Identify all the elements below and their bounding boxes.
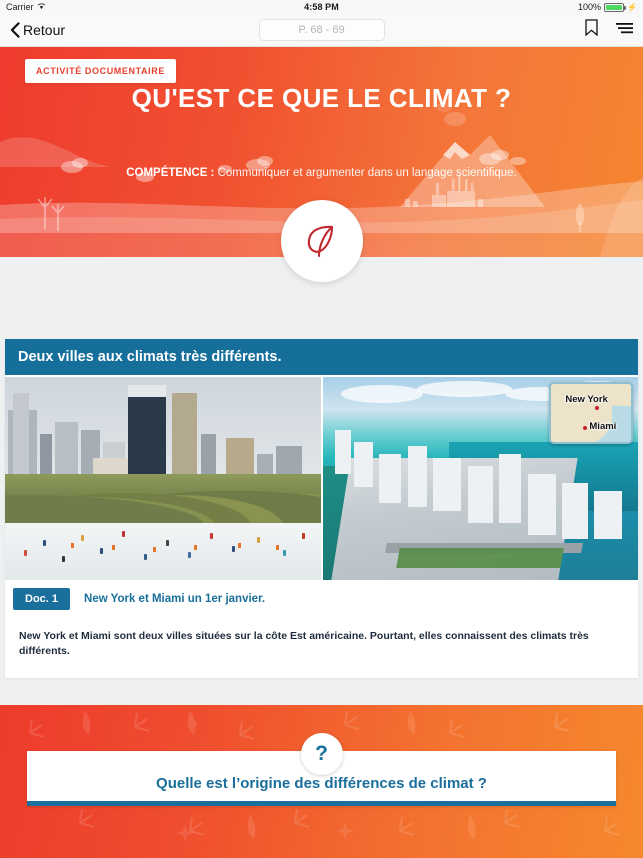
question-section: ? Quelle est l’origine des différences d… [0,705,643,858]
usa-east-coast-map-inset: New York Miami [549,382,633,444]
activity-type-badge: ACTIVITÉ DOCUMENTAIRE [25,59,176,83]
question-mark-badge: ? [300,733,343,776]
document-card: Deux villes aux climats très différents. [5,339,638,679]
document-body-text: New York et Miami sont deux villes situé… [19,630,589,657]
chevron-left-icon [10,22,20,38]
battery-percent-label: 100% [578,2,602,12]
doc-number-badge: Doc. 1 [13,588,71,610]
new-york-photo[interactable] [5,377,321,580]
question-text: Quelle est l’origine des différences de … [156,775,487,793]
document-photos: New York Miami [5,375,638,580]
battery-full-icon [604,2,627,12]
competence-label: COMPÉTENCE : [126,167,215,179]
nav-bar-actions [585,19,633,41]
document-caption-row: Doc. 1 New York et Miami un 1er janvier. [5,580,638,612]
miami-photo[interactable]: New York Miami [322,377,638,580]
map-label-miami: Miami [589,421,617,433]
status-bar-clock: 4:58 PM [304,2,339,12]
doc-caption-text: New York et Miami un 1er janvier. [84,593,266,605]
back-button[interactable]: Retour [10,22,65,38]
page-title: QU'EST CE QUE LE CLIMAT ? [131,83,512,113]
back-button-label: Retour [23,22,66,38]
ios-status-bar: Carrier 4:58 PM 100% ⚡ [0,0,643,14]
competence-line: COMPÉTENCE : Communiquer et argumenter d… [0,167,643,179]
map-label-new-york: New York [565,394,608,406]
bookmark-icon[interactable] [585,19,598,41]
list-menu-icon[interactable] [616,21,633,40]
document-section: Deux villes aux climats très différents. [0,339,643,679]
new-york-marker [595,406,599,411]
leaf-badge [280,200,363,282]
miami-marker [583,425,587,430]
page-number-value: P. 68 - 69 [298,24,345,36]
document-section-title: Deux villes aux climats très différents. [5,339,638,375]
leaf-icon [301,218,343,265]
page-number-input[interactable]: P. 68 - 69 [258,19,385,41]
competence-text: Communiquer et argumenter dans un langag… [214,167,517,179]
status-bar-right: 100% ⚡ [578,2,637,12]
charging-bolt-icon: ⚡ [627,2,637,12]
app-nav-bar: Retour P. 68 - 69 [0,14,643,47]
